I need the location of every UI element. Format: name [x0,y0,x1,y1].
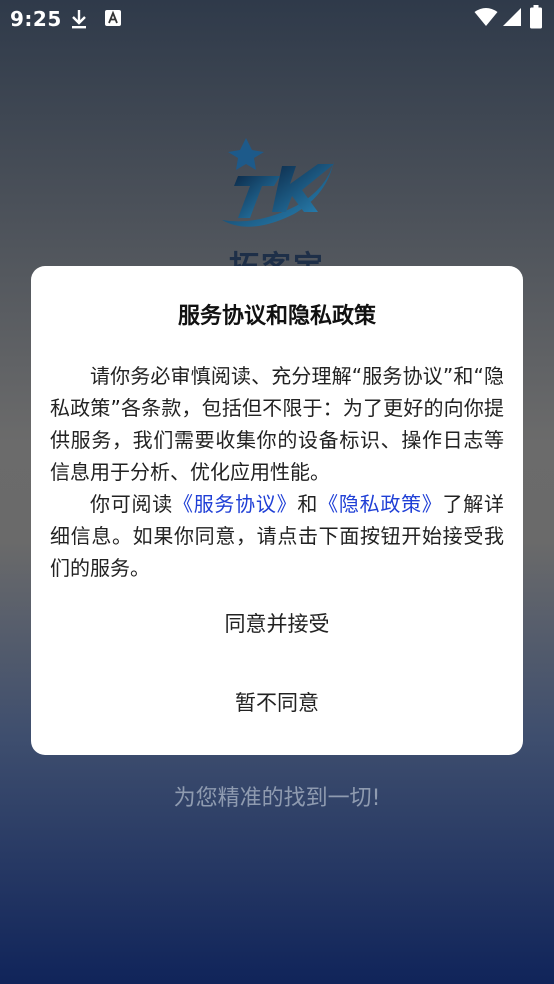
a-notification-icon [105,10,121,26]
download-icon [72,10,86,29]
service-agreement-link[interactable]: 《服务协议》 [173,492,297,516]
dialog-title: 服务协议和隐私政策 [177,304,376,329]
battery-icon [530,5,542,29]
dialog-paragraph-1: 请你务必审慎阅读、充分理解“服务协议”和“隐私政策”各条款，包括但不限于：为了更… [50,364,504,484]
para2-prefix: 你可阅读 [90,492,173,516]
wifi-icon [474,8,498,26]
splash-tagline: 为您精准的找到一切! [173,786,381,811]
signal-icon [503,8,521,26]
disagree-button[interactable]: 暂不同意 [31,681,523,725]
dialog-paragraph-2: 你可阅读《服务协议》和《隐私政策》了解详细信息。如果你同意，请点击下面按钮开始接… [50,488,504,584]
privacy-policy-link[interactable]: 《隐私政策》 [318,492,442,516]
agreement-dialog: 服务协议和隐私政策 请你务必审慎阅读、充分理解“服务协议”和“隐私政策”各条款，… [31,266,523,755]
status-bar: 9:25 [0,0,554,38]
status-time: 9:25 [10,7,62,31]
dialog-body: 请你务必审慎阅读、充分理解“服务协议”和“隐私政策”各条款，包括但不限于：为了更… [50,360,504,584]
agree-button[interactable]: 同意并接受 [31,602,523,646]
para2-and: 和 [297,492,319,516]
app-logo [222,138,334,227]
